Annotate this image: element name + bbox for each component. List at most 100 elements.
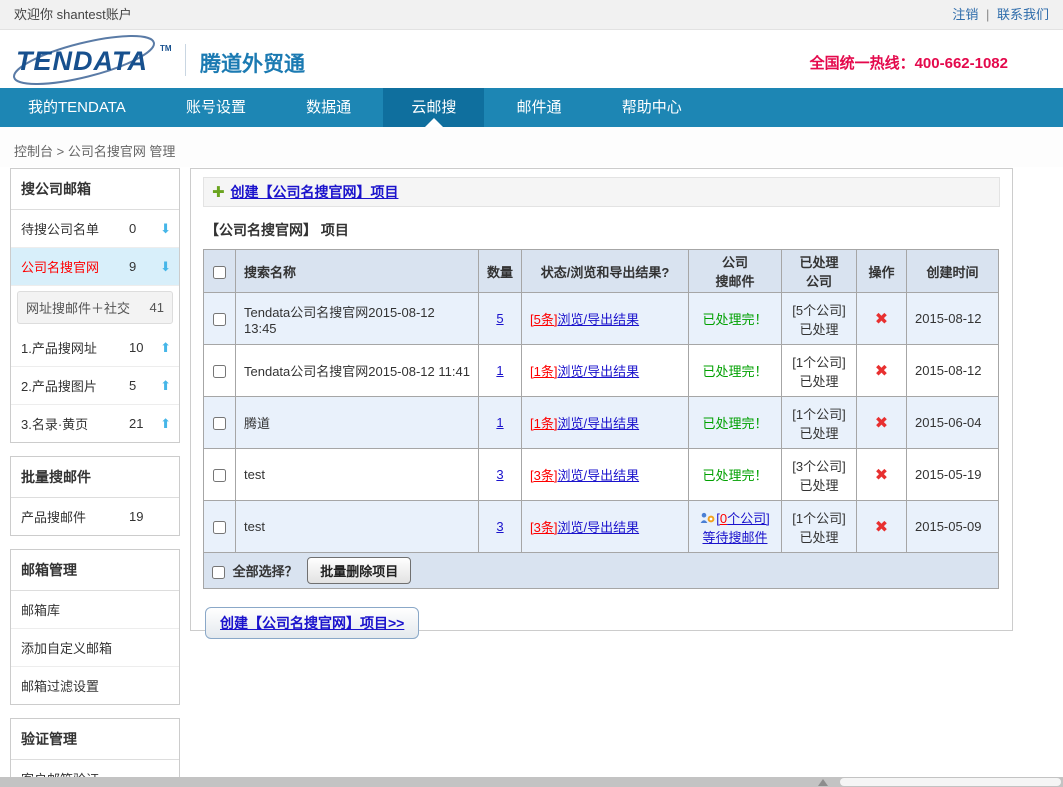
sidebar-section-title: 搜公司邮箱 <box>11 169 179 210</box>
table-row: test 3 [3条]浏览/导出结果 [0个公司] 等待搜邮件 <box>204 501 999 553</box>
nav-tab-account-settings[interactable]: 账号设置 <box>158 88 274 127</box>
horizontal-scrollbar[interactable] <box>0 777 1063 787</box>
processed-company: [1个公司] 已处理 <box>782 345 857 397</box>
col-header-quantity: 数量 <box>479 250 522 293</box>
up-arrow-icon: ⬆ <box>155 340 171 356</box>
view-export-results-link[interactable]: [1条]浏览/导出结果 <box>530 416 639 431</box>
item-count: 21 <box>129 416 155 431</box>
row-checkbox[interactable] <box>213 521 226 534</box>
batch-delete-button[interactable]: 批量删除项目 <box>307 557 411 584</box>
sidebar-item-company-name-search[interactable]: 公司名搜官网 9 ⬇ <box>11 248 179 286</box>
breadcrumb: 控制台 > 公司名搜官网 管理 <box>0 127 1063 167</box>
table-row: 腾道 1 [1条]浏览/导出结果 已处理完！ [1个公司] 已处理 ✖ 2015… <box>204 397 999 449</box>
view-export-results-link[interactable]: [1条]浏览/导出结果 <box>530 364 639 379</box>
item-count: 41 <box>150 300 164 315</box>
row-checkbox[interactable] <box>213 365 226 378</box>
logo-text: TENDATA <box>16 46 148 77</box>
sidebar-item-directory-yellowpages[interactable]: 3.名录·黄页 21 ⬆ <box>11 405 179 442</box>
topbar-divider: | <box>986 7 989 22</box>
header-select-checkbox[interactable] <box>213 266 226 279</box>
table-row: Tendata公司名搜官网2015-08-12 11:41 1 [1条]浏览/导… <box>204 345 999 397</box>
created-date: 2015-06-04 <box>907 397 999 449</box>
nav-tab-my-tendata[interactable]: 我的TENDATA <box>0 88 154 127</box>
quantity-link[interactable]: 1 <box>496 415 503 430</box>
logout-link[interactable]: 注销 <box>952 7 978 22</box>
sidebar-section-title: 邮箱管理 <box>11 550 179 591</box>
sidebar-item-add-custom-mailbox[interactable]: 添加自定义邮箱 <box>11 629 179 667</box>
nav-tab-data[interactable]: 数据通 <box>278 88 379 127</box>
table-footer-row: 全部选择？ 批量删除项目 <box>204 553 999 589</box>
page: 欢迎你 shantest账户 注销 | 联系我们 TENDATA TM 腾道外贸… <box>0 0 1063 787</box>
table-row: test 3 [3条]浏览/导出结果 已处理完！ [3个公司] 已处理 ✖ 20… <box>204 449 999 501</box>
delete-row-icon[interactable]: ✖ <box>875 467 888 484</box>
down-arrow-icon: ⬇ <box>155 221 171 237</box>
col-header-action: 操作 <box>857 250 907 293</box>
waiting-mail-search-link[interactable]: [0个公司] 等待搜邮件 <box>697 511 773 546</box>
quantity-link[interactable]: 3 <box>496 519 503 534</box>
created-date: 2015-08-12 <box>907 345 999 397</box>
sidebar-item-product-search-image[interactable]: 2.产品搜图片 5 ⬆ <box>11 367 179 405</box>
sidebar-section-title: 批量搜邮件 <box>11 457 179 498</box>
delete-row-icon[interactable]: ✖ <box>875 519 888 536</box>
main-nav: 我的TENDATA 账号设置 数据通 云邮搜 邮件通 帮助中心 <box>0 88 1063 127</box>
nav-tab-help-center[interactable]: 帮助中心 <box>594 88 710 127</box>
row-checkbox[interactable] <box>213 469 226 482</box>
select-all-checkbox[interactable] <box>212 566 225 579</box>
sidebar-item-mailbox-filter-settings[interactable]: 邮箱过滤设置 <box>11 667 179 704</box>
welcome-text: 欢迎你 shantest账户 <box>14 7 132 22</box>
quantity-link[interactable]: 1 <box>496 363 503 378</box>
col-header-search-name: 搜索名称 <box>236 250 479 293</box>
sidebar-item-pending-company-list[interactable]: 待搜公司名单 0 ⬇ <box>11 210 179 248</box>
table-row: Tendata公司名搜官网2015-08-12 13:45 5 [5条]浏览/导… <box>204 293 999 345</box>
scrollbar-thumb[interactable] <box>840 778 1061 786</box>
hotline-text: 全国统一热线：400-662-1082 <box>810 52 1008 73</box>
item-count: 19 <box>129 509 155 524</box>
quantity-link[interactable]: 5 <box>496 311 503 326</box>
created-date: 2015-05-09 <box>907 501 999 553</box>
logo-divider <box>185 44 186 76</box>
nav-tab-mail[interactable]: 邮件通 <box>489 88 590 127</box>
item-count: 5 <box>129 378 155 393</box>
contact-link[interactable]: 联系我们 <box>997 7 1049 22</box>
sidebar-section-mailbox-management: 邮箱管理 邮箱库 添加自定义邮箱 邮箱过滤设置 <box>10 549 180 705</box>
delete-row-icon[interactable]: ✖ <box>875 415 888 432</box>
project-name: 腾道 <box>236 397 479 449</box>
sidebar-item-url-search-social[interactable]: 网址搜邮件＋社交 41 <box>17 291 173 324</box>
project-name: Tendata公司名搜官网2015-08-12 13:45 <box>236 293 479 345</box>
col-header-status: 状态/浏览和导出结果? <box>522 250 689 293</box>
created-date: 2015-08-12 <box>907 293 999 345</box>
up-arrow-icon: ⬆ <box>155 416 171 432</box>
mail-status: 已处理完！ <box>702 364 767 379</box>
row-checkbox[interactable] <box>213 313 226 326</box>
created-date: 2015-05-19 <box>907 449 999 501</box>
scrollbar-arrow-icon[interactable] <box>818 779 828 786</box>
col-header-company-mail: 公司 搜邮件 <box>689 250 782 293</box>
sidebar-item-product-search-mail[interactable]: 产品搜邮件 19 <box>11 498 179 535</box>
delete-row-icon[interactable]: ✖ <box>875 363 888 380</box>
project-name: test <box>236 449 479 501</box>
create-project-link[interactable]: 创建【公司名搜官网】项目 <box>230 184 398 200</box>
item-count: 9 <box>129 259 155 274</box>
people-search-icon <box>700 512 715 524</box>
processed-company: [1个公司] 已处理 <box>782 501 857 553</box>
mail-status: 已处理完！ <box>702 312 767 327</box>
brand-name: 腾道外贸通 <box>200 48 305 78</box>
topbar: 欢迎你 shantest账户 注销 | 联系我们 <box>0 0 1063 30</box>
nav-tab-cloud-mail-search[interactable]: 云邮搜 <box>383 88 484 127</box>
sidebar: 搜公司邮箱 待搜公司名单 0 ⬇ 公司名搜官网 9 ⬇ 网址搜邮件＋社交 41 … <box>10 168 180 787</box>
view-export-results-link[interactable]: [3条]浏览/导出结果 <box>530 468 639 483</box>
view-export-results-link[interactable]: [5条]浏览/导出结果 <box>530 312 639 327</box>
view-export-results-link[interactable]: [3条]浏览/导出结果 <box>530 520 639 535</box>
sidebar-item-mailbox-library[interactable]: 邮箱库 <box>11 591 179 629</box>
plus-icon: ✚ <box>212 184 225 201</box>
processed-company: [1个公司] 已处理 <box>782 397 857 449</box>
processed-company: [5个公司] 已处理 <box>782 293 857 345</box>
table-header-row: 搜索名称 数量 状态/浏览和导出结果? 公司 搜邮件 已处理 公司 操作 创建时… <box>204 250 999 293</box>
sidebar-item-product-search-url[interactable]: 1.产品搜网址 10 ⬆ <box>11 329 179 367</box>
up-arrow-icon: ⬆ <box>155 378 171 394</box>
row-checkbox[interactable] <box>213 417 226 430</box>
quantity-link[interactable]: 3 <box>496 467 503 482</box>
delete-row-icon[interactable]: ✖ <box>875 311 888 328</box>
create-project-button[interactable]: 创建【公司名搜官网】项目>> <box>205 607 419 639</box>
col-header-processed-company: 已处理 公司 <box>782 250 857 293</box>
